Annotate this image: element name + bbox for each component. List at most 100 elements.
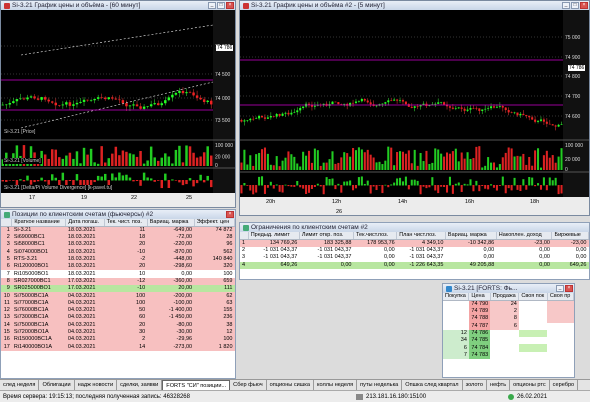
table-row[interactable]: 13 Si73000BC1A 04.03.2021 60 -1 450,00 236 <box>1 314 235 322</box>
table-row[interactable]: 2 -1 031 043,37 -1 031 043,37 0,00 -1 031 04… <box>240 247 589 255</box>
column-header[interactable]: Предыд. лимит <box>248 232 300 240</box>
workspace-tab[interactable]: Опшка след квартал <box>402 380 463 390</box>
delta-bar <box>142 172 146 181</box>
orderbook-window[interactable]: Si-3.21 [FORTS: Фь... _ × Покупка Цена Про… <box>442 283 575 378</box>
minimize-icon[interactable]: _ <box>556 285 564 292</box>
close-icon[interactable]: × <box>565 285 573 292</box>
column-header[interactable]: План чист.поз. <box>396 232 446 240</box>
table-cell: 0,00 <box>496 247 552 255</box>
table-icon <box>243 224 249 231</box>
column-header[interactable]: Накоплен. доход <box>496 232 553 240</box>
orderbook-row[interactable]: 7 74 783 <box>443 351 574 360</box>
table-row[interactable]: 8 SR027000BC1 17.03.2021 -12 -360,00 659 <box>1 277 235 286</box>
delta-bar <box>478 185 481 192</box>
workspace-tab[interactable]: FORTS "СИ" позиции... <box>162 380 231 390</box>
volume-bar <box>507 147 510 170</box>
table-row[interactable]: 9 SR025000BO1 17.03.2021 -10 20,00 111 <box>1 285 235 293</box>
table-row[interactable]: 5 RTS-3.21 18.03.2021 -2 -448,00 140 840 <box>1 255 235 264</box>
orderbook-row[interactable]: 74 787 6 <box>443 322 574 330</box>
table-row[interactable]: 10 Si75000BC1A 04.03.2021 100 -200,00 62 <box>1 292 235 300</box>
table-row[interactable]: 2 Si69000BC1 18.03.2021 18 -72,00 28 <box>1 234 235 242</box>
close-icon[interactable]: × <box>226 2 234 9</box>
column-header[interactable]: Тек.чист.поз. <box>353 232 398 240</box>
orderbook-row[interactable]: 12 74 786 <box>443 329 574 338</box>
limits-titlebar[interactable]: Ограничения по клиентским счетам #2 <box>240 223 589 232</box>
column-header[interactable]: Покупка <box>443 293 470 301</box>
minimize-icon[interactable]: _ <box>562 2 570 9</box>
workspace-tab[interactable]: опционы ртс <box>510 380 550 390</box>
orderbook-row[interactable]: 34 74 785 <box>443 337 574 345</box>
candle-body <box>33 96 36 99</box>
orderbook-row[interactable]: 74 790 24 <box>443 300 574 308</box>
delta-bar <box>492 185 496 188</box>
chart-window-title: Si-3.21 График цены и объёма - [60 минут… <box>12 2 141 9</box>
delta-bar <box>440 185 443 187</box>
table-row[interactable]: 3 Si58000BC1 18.03.2021 20 -220,00 96 <box>1 241 235 249</box>
column-header[interactable]: Биржевые <box>551 232 589 240</box>
table-row[interactable]: 11 Si77000BC1A 04.03.2021 100 -100,00 63 <box>1 299 235 307</box>
workspace-tab[interactable]: след неделя <box>0 380 40 390</box>
column-header[interactable]: Эффект. цен <box>194 219 236 227</box>
delta-bar <box>437 185 440 194</box>
table-row[interactable]: 14 Si75000BC1A 04.03.2021 20 -80,00 38 <box>1 321 235 329</box>
column-header[interactable]: Своя пок <box>518 293 548 301</box>
delta-bar <box>393 182 396 186</box>
orderbook-row[interactable]: 6 74 784 <box>443 344 574 352</box>
maximize-icon[interactable]: □ <box>217 2 225 9</box>
column-header[interactable]: Краткое название <box>11 219 67 227</box>
column-header[interactable]: Вариац. маржа <box>147 219 195 227</box>
limits-window[interactable]: Ограничения по клиентским счетам #2 Пред… <box>239 222 590 280</box>
positions-titlebar[interactable]: Позиции по клиентским счетам (фьючерсы) … <box>1 210 235 219</box>
price-chart-60m[interactable]: 75 00074 50074 00073 500100 00020 000017… <box>1 10 235 207</box>
workspace-tab[interactable]: надж новости <box>75 380 118 390</box>
table-row[interactable]: 16 Ri150000BC1A 04.03.2021 2 -29,96 100 <box>1 336 235 344</box>
column-header[interactable]: Цена <box>468 293 491 301</box>
minimize-icon[interactable]: _ <box>208 2 216 9</box>
workspace-tab[interactable]: серебро <box>550 380 579 390</box>
volume-bar <box>531 165 534 170</box>
workspace-tab[interactable]: нефть <box>487 380 511 390</box>
column-header[interactable]: Своя пр <box>547 293 575 301</box>
workspace-tab[interactable]: коллы неделя <box>314 380 358 390</box>
column-header[interactable]: Лимит откр. поз. <box>299 232 354 240</box>
column-header[interactable] <box>1 219 13 227</box>
price-chart-5m[interactable]: 75 000 74 900 74 800 74 700 74 600 100 000 20 … <box>240 10 589 215</box>
orderbook-row[interactable]: 74 789 2 <box>443 308 574 316</box>
table-row[interactable]: 4 Si074000BO1 18.03.2021 -10 -870,00 562 <box>1 248 235 256</box>
workspace-tab[interactable]: Сбер фьюч <box>230 380 267 390</box>
workspace-tab[interactable]: опционы сишка <box>267 380 314 390</box>
workspace-tabs[interactable]: след неделя Облигации надж новости сделки, … <box>0 379 590 390</box>
chart-window-5m-titlebar[interactable]: Si-3.21 График цены и объёма #2 - [5 мин… <box>240 1 589 10</box>
positions-window[interactable]: Позиции по клиентским счетам (фьючерсы) … <box>0 209 236 379</box>
table-row[interactable]: 12 Si76000BC1A 04.03.2021 50 -1 400,00 155 <box>1 306 235 315</box>
table-row[interactable]: 6 Ri120000BO1 18.03.2021 20 -298,60 320 <box>1 263 235 271</box>
chart-window-60m-titlebar[interactable]: Si-3.21 График цены и объёма - [60 минут… <box>1 1 235 10</box>
table-row[interactable]: 15 Si72000BO1A 04.03.2021 30 -30,00 12 <box>1 328 235 337</box>
close-icon[interactable]: × <box>226 211 234 218</box>
workspace-tab[interactable]: Облигации <box>39 380 75 390</box>
column-header[interactable]: Тек. чист. поз. <box>104 219 148 227</box>
workspace-tab[interactable]: сделки, заявки <box>117 380 163 390</box>
table-row[interactable]: 17 Ri140000BO1A 04.03.2021 14 -273,00 1 820 <box>1 343 235 351</box>
column-header[interactable]: Вариац. маржа <box>445 232 497 240</box>
table-row[interactable]: 1 134 769,26 183 325,88 178 953,76 4 349,10-… <box>240 239 589 247</box>
table-row[interactable]: 4 649,26 0,00 0,00 -1 226 643,35 49 205,88 0,0… <box>240 261 589 269</box>
volume-bar <box>79 163 82 166</box>
table-row[interactable]: 3 -1 031 043,37 -1 031 043,37 0,00 -1 031 04… <box>240 254 589 262</box>
table-row[interactable]: 7 Ri105000BO1 18.03.2021 10 0,00 100 <box>1 270 235 278</box>
close-icon[interactable]: × <box>580 2 588 9</box>
column-header[interactable]: Дата погаш. <box>65 219 105 227</box>
column-header[interactable] <box>240 232 249 240</box>
workspace-tab[interactable]: путы неделька <box>357 380 403 390</box>
chart-window-60m[interactable]: Si-3.21 График цены и объёма - [60 минут… <box>0 0 236 208</box>
volume-bar <box>160 157 164 166</box>
table-row[interactable]: 1 Si-3.21 18.03.2021 11 -649,00 74 872 <box>1 226 235 234</box>
maximize-icon[interactable]: □ <box>571 2 579 9</box>
column-header[interactable]: Продажа <box>490 293 520 301</box>
orderbook-titlebar[interactable]: Si-3.21 [FORTS: Фь... _ × <box>443 284 574 293</box>
workspace-tab[interactable]: золото <box>463 380 487 390</box>
chart-window-5m[interactable]: Si-3.21 График цены и объёма #2 - [5 мин… <box>239 0 590 216</box>
orderbook-row[interactable]: 74 788 8 <box>443 315 574 323</box>
volume-bar <box>484 165 487 170</box>
candle-body <box>58 105 61 106</box>
